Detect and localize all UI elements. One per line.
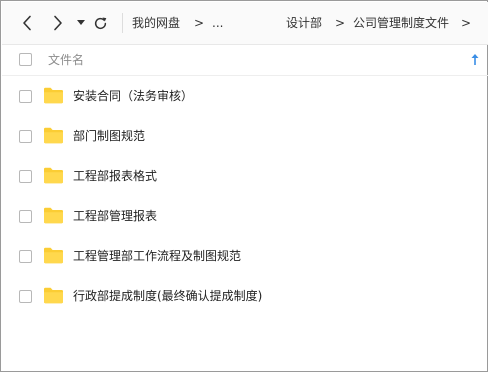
- row-checkbox[interactable]: [19, 250, 32, 263]
- forward-button[interactable]: [50, 12, 66, 34]
- folder-icon: [44, 127, 63, 144]
- file-row[interactable]: 行政部提成制度(最终确认提成制度): [2, 276, 488, 316]
- refresh-icon: [94, 17, 106, 29]
- breadcrumb-design-dept[interactable]: 设计部: [286, 15, 322, 31]
- file-name[interactable]: 安装合同（法务审核）: [73, 88, 193, 104]
- caret-down-icon: [77, 20, 85, 25]
- file-row[interactable]: 部门制图规范: [2, 116, 488, 156]
- row-checkbox[interactable]: [19, 90, 32, 103]
- file-name[interactable]: 工程管理部工作流程及制图规范: [73, 248, 241, 264]
- arrow-up-icon[interactable]: [470, 53, 480, 67]
- refresh-button[interactable]: [91, 12, 109, 34]
- folder-icon: [44, 167, 63, 184]
- chevron-right-icon: [54, 15, 62, 31]
- file-name[interactable]: 部门制图规范: [73, 128, 145, 144]
- history-dropdown-button[interactable]: [75, 12, 87, 34]
- file-list-header: 文件名: [2, 45, 488, 75]
- column-header-filename[interactable]: 文件名: [48, 53, 84, 67]
- back-button[interactable]: [19, 12, 35, 34]
- file-name[interactable]: 工程部管理报表: [73, 208, 157, 224]
- folder-icon: [44, 287, 63, 304]
- folder-icon: [44, 207, 63, 224]
- row-checkbox[interactable]: [19, 170, 32, 183]
- file-browser-window: 我的网盘 > ... 设计部 > 公司管理制度文件 > 文件名 安装合同（法务审…: [0, 0, 488, 372]
- folder-icon: [44, 247, 63, 264]
- row-checkbox[interactable]: [19, 290, 32, 303]
- breadcrumb-separator: >: [335, 16, 346, 30]
- toolbar-divider: [122, 13, 123, 33]
- file-row[interactable]: 安装合同（法务审核）: [2, 76, 488, 116]
- breadcrumb-separator: >: [461, 16, 472, 30]
- file-name[interactable]: 工程部报表格式: [73, 168, 157, 184]
- chevron-left-icon: [23, 15, 31, 31]
- file-row[interactable]: 工程部报表格式: [2, 156, 488, 196]
- file-row[interactable]: 工程管理部工作流程及制图规范: [2, 236, 488, 276]
- breadcrumb-current-folder[interactable]: 公司管理制度文件: [353, 15, 449, 31]
- file-row[interactable]: 工程部管理报表: [2, 196, 488, 236]
- breadcrumb-separator: >: [194, 16, 205, 30]
- breadcrumb-ellipsis[interactable]: ...: [212, 15, 223, 31]
- breadcrumb-my-drive[interactable]: 我的网盘: [132, 15, 180, 31]
- select-all-checkbox[interactable]: [19, 53, 32, 66]
- row-checkbox[interactable]: [19, 210, 32, 223]
- file-name[interactable]: 行政部提成制度(最终确认提成制度): [73, 288, 262, 304]
- folder-icon: [44, 87, 63, 104]
- row-checkbox[interactable]: [19, 130, 32, 143]
